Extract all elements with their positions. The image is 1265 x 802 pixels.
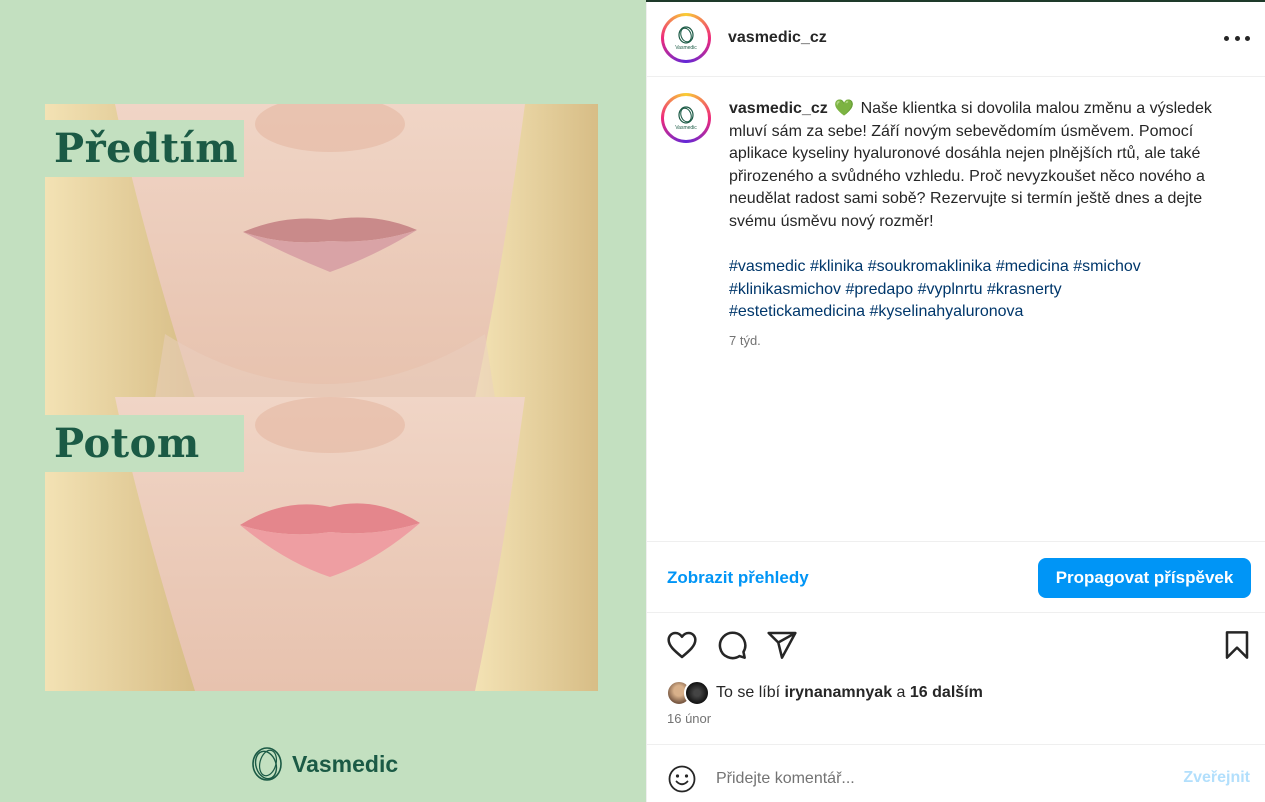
boost-post-button[interactable]: Propagovat příspěvek (1038, 558, 1251, 598)
avatar (684, 680, 710, 706)
hashtag-link[interactable]: #vasmedic (729, 258, 805, 275)
post-header: Vasmedic vasmedic_cz (647, 0, 1265, 77)
hashtag-link[interactable]: #krasnerty (987, 281, 1062, 298)
likes-others[interactable]: 16 dalším (910, 684, 983, 702)
likes-prefix: To se líbí (716, 684, 781, 701)
avatar-logo-text: Vasmedic (675, 45, 697, 51)
action-bar (647, 625, 1265, 665)
more-options-button[interactable] (1224, 28, 1250, 48)
view-insights-link[interactable]: Zobrazit přehledy (667, 568, 809, 588)
after-label: Potom (45, 415, 244, 472)
bookmark-icon (1225, 631, 1249, 659)
like-button[interactable] (666, 629, 698, 661)
brand-watermark: Vasmedic (250, 745, 398, 783)
window-top-edge (646, 0, 1265, 2)
before-label-text: Předtím (54, 125, 239, 172)
hashtag-link[interactable]: #esteticka​medicina (729, 303, 865, 320)
hashtag-link[interactable]: #soukromaklinika (868, 258, 992, 275)
emoji-button[interactable] (667, 764, 697, 794)
after-label-text: Potom (54, 420, 200, 467)
post-side-panel: Vasmedic vasmedic_cz Vasmedic vasmedic_c… (646, 0, 1265, 802)
comment-icon (718, 631, 747, 660)
hashtag-link[interactable]: #predapo (846, 281, 914, 298)
caption-time-ago[interactable]: 7 týd. (729, 333, 761, 348)
hashtag-link[interactable]: #vyplnrtu (918, 281, 983, 298)
hashtag-link[interactable]: #smichov (1073, 258, 1141, 275)
comment-bar: Zveřejnit (647, 744, 1265, 802)
hashtag-link[interactable]: #klinikasmichov (729, 281, 841, 298)
before-label: Předtím (45, 120, 244, 177)
comment-input[interactable] (716, 767, 1156, 791)
green-heart-icon: 💚 (834, 100, 855, 117)
post-comment-button[interactable]: Zveřejnit (1183, 769, 1250, 787)
share-button[interactable] (766, 629, 798, 661)
vasmedic-logo-icon (252, 747, 282, 781)
more-dot-icon (1234, 35, 1240, 41)
more-dot-icon (1224, 35, 1229, 41)
vasmedic-logo-icon: Vasmedic (675, 106, 697, 131)
likes-conjunction: a (896, 684, 906, 701)
caption-avatar[interactable]: Vasmedic (661, 93, 711, 143)
likes-summary: To se líbí irynanamnyak a 16 dalším (666, 679, 983, 707)
avatar-logo-text: Vasmedic (675, 125, 697, 131)
profile-avatar[interactable]: Vasmedic (661, 13, 711, 63)
header-username[interactable]: vasmedic_cz (728, 29, 827, 47)
more-dot-icon (1245, 35, 1250, 41)
caption: vasmedic_cz 💚 Naše klientka si dovolila … (729, 98, 1239, 234)
brand-name: Vasmedic (292, 750, 399, 777)
heart-icon (667, 631, 697, 659)
post-date[interactable]: 16 únor (667, 711, 711, 726)
smiley-icon (668, 765, 696, 793)
caption-username[interactable]: vasmedic_cz (729, 100, 828, 117)
hashtag-link[interactable]: #klinika (810, 258, 863, 275)
liker-username[interactable]: irynanamnyak (784, 684, 892, 702)
promotion-bar: Zobrazit přehledy Propagovat příspěvek (647, 541, 1265, 613)
hashtag-link[interactable]: #medicina (996, 258, 1069, 275)
hashtag-link[interactable]: #kyselinahyaluronova (870, 303, 1024, 320)
caption-text: Naše klientka si dovolila malou změnu a … (729, 100, 1212, 230)
vasmedic-logo-icon: Vasmedic (675, 26, 697, 51)
comment-button[interactable] (716, 629, 748, 661)
liker-avatars[interactable] (666, 680, 712, 706)
save-button[interactable] (1221, 629, 1253, 661)
hashtags: #vasmedic #klinika #soukromaklinika #med… (729, 256, 1239, 324)
post-media[interactable]: Předtím Potom Vasmedic (0, 0, 646, 802)
paper-plane-icon (767, 631, 797, 659)
